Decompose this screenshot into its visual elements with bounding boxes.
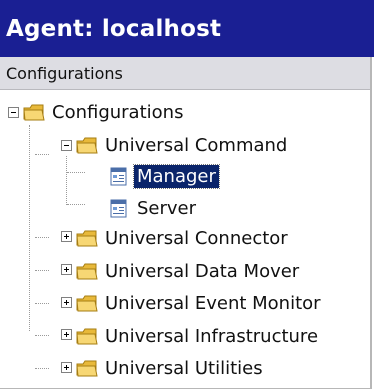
tree-connector-line (35, 154, 49, 155)
tree-node-universal-data-mover[interactable]: Universal Data Mover (76, 255, 302, 287)
expand-toggle[interactable] (61, 264, 72, 275)
expand-toggle[interactable] (61, 297, 72, 308)
tree-node-universal-utilities[interactable]: Universal Utilities (76, 352, 266, 384)
collapse-toggle[interactable] (61, 140, 72, 151)
tree-connector-line (35, 303, 49, 304)
configurations-panel: Configurations Configurations Universal … (0, 57, 372, 389)
tree-node-label: Manager (133, 163, 220, 189)
tree-node-label: Universal Event Monitor (105, 292, 321, 314)
collapse-toggle[interactable] (8, 107, 19, 118)
agent-window: Agent: localhost Configurations Configur… (0, 0, 374, 389)
tree-node-label: Universal Utilities (105, 357, 263, 379)
config-document-icon (108, 165, 130, 187)
folder-icon (76, 260, 98, 282)
folder-icon (76, 292, 98, 314)
tree-node-label: Universal Infrastructure (105, 325, 319, 347)
folder-icon (76, 357, 98, 379)
tree-node-universal-infrastructure[interactable]: Universal Infrastructure (76, 320, 321, 352)
config-document-icon (108, 197, 130, 219)
tree-connector-line (66, 156, 67, 205)
tree-node-universal-event-monitor[interactable]: Universal Event Monitor (76, 287, 324, 319)
window-title: Agent: localhost (6, 15, 222, 42)
tree-connector-line (67, 172, 85, 173)
tree-node-label: Configurations (52, 101, 184, 123)
tree-connector-line (35, 270, 49, 271)
tree-node-label: Universal Command (105, 134, 288, 156)
folder-icon (76, 134, 98, 156)
tree-node-label: Server (137, 197, 197, 219)
tree-node-server[interactable]: Server (108, 192, 199, 224)
folder-icon (76, 325, 98, 347)
folder-icon (23, 101, 45, 123)
expand-toggle[interactable] (61, 231, 72, 242)
tree-node-universal-command[interactable]: Universal Command (76, 129, 290, 161)
tree-connector-line (29, 125, 30, 331)
configuration-tree[interactable]: Configurations Universal Command Manager… (0, 91, 370, 389)
folder-icon (76, 227, 98, 249)
tree-connector-line (35, 237, 49, 238)
tree-node-configurations[interactable]: Configurations (23, 96, 186, 128)
title-bar: Agent: localhost (0, 0, 374, 57)
tree-node-manager[interactable]: Manager (108, 160, 220, 192)
panel-header-label: Configurations (6, 63, 123, 83)
tree-node-universal-connector[interactable]: Universal Connector (76, 222, 291, 254)
tree-connector-line (35, 368, 49, 369)
panel-header: Configurations (0, 57, 370, 90)
expand-toggle[interactable] (61, 329, 72, 340)
tree-node-label: Universal Data Mover (105, 260, 300, 282)
expand-toggle[interactable] (61, 362, 72, 373)
tree-connector-line (35, 335, 49, 336)
tree-connector-line (67, 204, 85, 205)
tree-node-label: Universal Connector (105, 227, 288, 249)
